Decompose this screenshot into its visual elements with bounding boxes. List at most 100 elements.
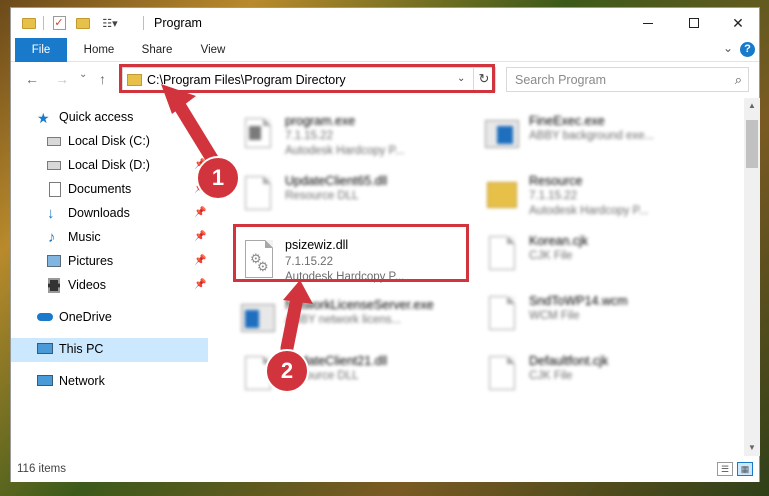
details-view-icon[interactable]: ☰ (717, 462, 733, 476)
title-bar: ✓ ☷▾ Program ✕ (11, 8, 759, 38)
file-description: ABBY background exe... (529, 130, 655, 142)
file-name: NetworkLicenseServer.exe (285, 298, 434, 312)
file-tile[interactable]: FineExec.exe ABBY background exe... (481, 110, 721, 168)
drive-icon (47, 137, 61, 146)
blank-file-icon (485, 234, 517, 278)
sidebar-item-local-disk-c[interactable]: Local Disk (C:) (11, 130, 208, 154)
sidebar-item-label: OneDrive (59, 310, 112, 324)
file-type: CJK File (529, 370, 573, 382)
customize-dropdown-icon[interactable]: ☷▾ (97, 15, 123, 31)
maximize-icon (689, 18, 699, 28)
pictures-icon (47, 255, 61, 267)
file-version: 7.1.15.22 (285, 130, 333, 142)
file-name: Defaultfont.cjk (529, 354, 609, 368)
file-name: FineExec.exe (529, 114, 605, 128)
file-name: Korean.cjk (529, 234, 589, 248)
ribbon: File Home Share View ⌄ ? (11, 38, 759, 62)
sidebar-item-label: Pictures (68, 254, 114, 268)
download-icon: ↓ (47, 205, 55, 222)
minimize-button[interactable] (625, 8, 671, 38)
search-placeholder: Search Program (515, 73, 607, 87)
file-tile[interactable]: Resource 7.1.15.22 Autodesk Hardcopy P..… (481, 170, 721, 228)
sidebar-item-label: This PC (59, 342, 104, 356)
maximize-button[interactable] (671, 8, 717, 38)
network-icon (37, 375, 53, 386)
tab-home[interactable]: Home (77, 38, 121, 62)
blank-file-icon (485, 354, 517, 398)
scroll-thumb[interactable] (746, 120, 758, 168)
large-icons-view-icon[interactable]: ▦ (737, 462, 753, 476)
file-name: SndToWP14.wcm (529, 294, 628, 308)
scroll-down-icon[interactable]: ▼ (744, 440, 760, 456)
close-button[interactable]: ✕ (715, 8, 761, 38)
file-type: CJK File (529, 250, 573, 262)
expand-ribbon-chevron-icon[interactable]: ⌄ (723, 41, 733, 55)
videos-icon (48, 278, 60, 293)
minimize-icon (643, 22, 653, 24)
back-button[interactable]: ← (25, 71, 39, 87)
sidebar-item-videos[interactable]: Videos 📌 (11, 274, 208, 298)
sidebar-item-label: Local Disk (C:) (68, 134, 150, 148)
sidebar-item-label: Local Disk (D:) (68, 158, 150, 172)
file-type: WCM File (529, 310, 580, 322)
sidebar-item-music[interactable]: ♪ Music 📌 (11, 226, 208, 250)
exe-window-icon (241, 298, 275, 342)
search-icon[interactable]: ⌕ (735, 72, 742, 88)
sidebar-item-downloads[interactable]: ↓ Downloads 📌 (11, 202, 208, 226)
folder-icon[interactable] (21, 15, 37, 31)
file-description: Autodesk Hardcopy P... (529, 205, 649, 217)
item-count: 116 items (17, 463, 67, 475)
folder-icon (485, 174, 517, 218)
sidebar-item-local-disk-d[interactable]: Local Disk (D:) 📌 (11, 154, 208, 178)
pin-icon[interactable]: 📌 (194, 207, 206, 218)
file-tile[interactable]: Korean.cjk CJK File (481, 230, 721, 288)
window-title: Program (154, 16, 202, 30)
music-icon: ♪ (48, 229, 56, 246)
file-name: UpdateClient65.dll (285, 174, 388, 188)
pin-icon[interactable]: 📌 (194, 231, 206, 242)
help-icon[interactable]: ? (740, 42, 755, 57)
file-tile[interactable]: program.exe 7.1.15.22 Autodesk Hardcopy … (237, 110, 477, 168)
sidebar-item-label: Music (68, 230, 101, 244)
documents-icon (49, 182, 61, 197)
forward-button[interactable]: → (55, 71, 69, 87)
recent-locations-chevron-icon[interactable]: ⌄ (79, 69, 87, 80)
vertical-scrollbar[interactable]: ▲ ▼ (744, 98, 760, 456)
sidebar-item-quick-access[interactable]: ★ Quick access (11, 106, 208, 130)
file-tile[interactable]: UpdateClient65.dll Resource DLL (237, 170, 477, 228)
status-bar: 116 items ☰ ▦ (11, 457, 759, 482)
sidebar-item-documents[interactable]: Documents 📌 (11, 178, 208, 202)
new-folder-icon[interactable] (75, 15, 91, 31)
scroll-up-icon[interactable]: ▲ (744, 98, 760, 114)
sidebar-item-network[interactable]: Network (11, 370, 208, 394)
file-version: 7.1.15.22 (529, 190, 577, 202)
tab-share[interactable]: Share (135, 38, 179, 62)
sidebar-item-label: Downloads (68, 206, 130, 220)
sidebar-item-label: Videos (68, 278, 106, 292)
search-input[interactable]: Search Program ⌕ (506, 67, 749, 92)
star-icon: ★ (37, 110, 50, 126)
properties-check-icon[interactable]: ✓ (51, 15, 67, 31)
sidebar-item-this-pc[interactable]: This PC (11, 338, 208, 362)
computer-icon (37, 343, 53, 354)
file-tile[interactable]: SndToWP14.wcm WCM File (481, 290, 721, 348)
tab-view[interactable]: View (193, 38, 233, 62)
toolbar-separator (43, 16, 44, 30)
file-type: Resource DLL (285, 190, 359, 202)
sidebar-item-pictures[interactable]: Pictures 📌 (11, 250, 208, 274)
callout-1-number: 1 (211, 165, 225, 190)
tab-file[interactable]: File (15, 38, 67, 62)
file-highlight (233, 224, 469, 282)
sidebar-item-label: Quick access (59, 110, 134, 124)
up-button[interactable]: ↑ (99, 71, 106, 87)
file-tile[interactable]: Defaultfont.cjk CJK File (481, 350, 721, 408)
pin-icon[interactable]: 📌 (194, 255, 206, 266)
pin-icon[interactable]: 📌 (194, 279, 206, 290)
blank-file-icon (485, 294, 517, 338)
title-separator (143, 16, 144, 30)
file-tile[interactable]: NetworkLicenseServer.exe ABBY network li… (237, 294, 477, 352)
exe-window-icon (241, 114, 273, 158)
dll-gear-icon (241, 174, 273, 218)
sidebar-item-onedrive[interactable]: OneDrive (11, 306, 208, 330)
drive-icon (47, 161, 61, 170)
